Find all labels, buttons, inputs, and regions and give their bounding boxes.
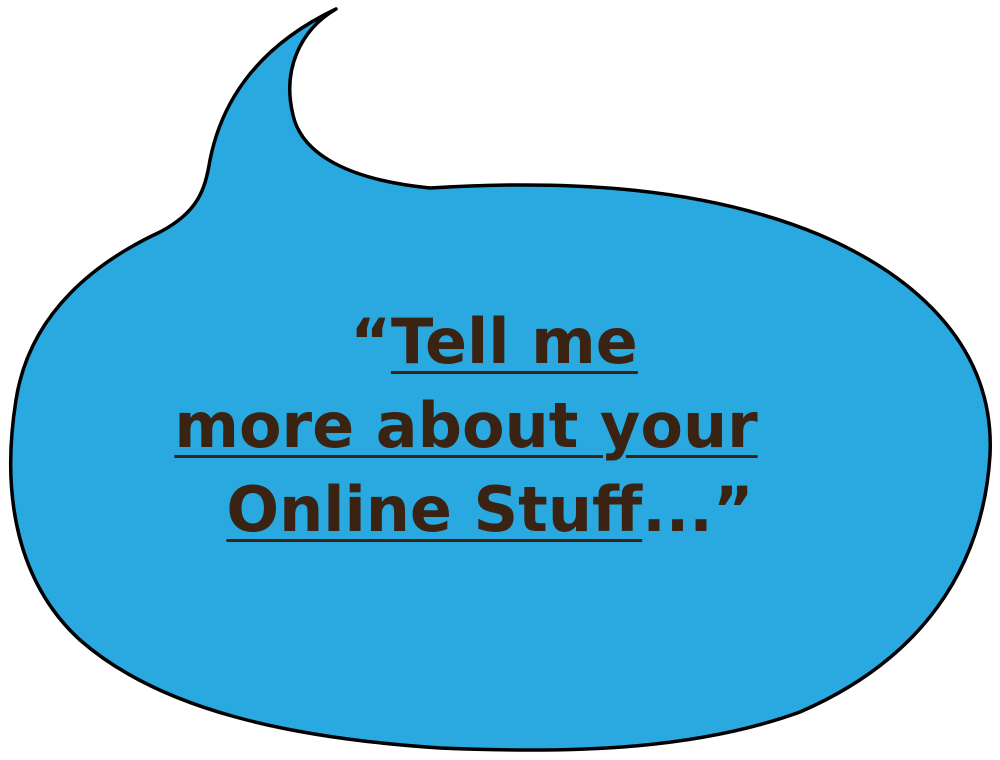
message-line-3-text: Online Stuff [226,473,643,546]
message-line-3-tail: ...” [642,473,754,546]
message-line-1-text: Tell me [390,305,638,378]
speech-bubble-graphic: “Tell me more about your Online Stuff...… [0,0,1000,760]
bubble-message: “Tell me more about your Online Stuff...… [0,300,1000,552]
message-line-2: more about your [174,389,758,462]
message-line-3: Online Stuff...” [0,468,990,552]
message-line-1: “Tell me [0,300,994,384]
open-quote: “ [350,305,391,378]
